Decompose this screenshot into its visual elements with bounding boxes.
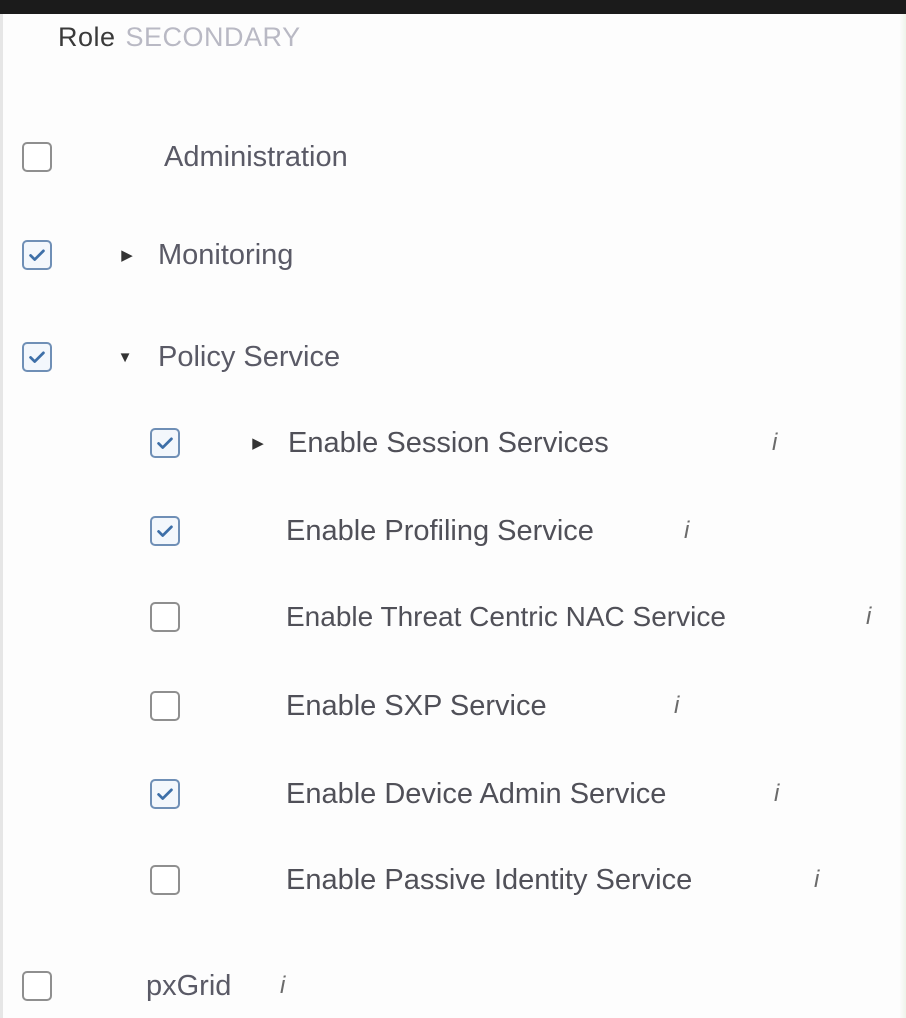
sxp-service-checkbox[interactable] (150, 691, 180, 721)
info-icon[interactable]: i (674, 684, 679, 728)
session-services-checkbox[interactable] (150, 428, 180, 458)
threat-centric-service-checkbox[interactable] (150, 602, 180, 632)
role-row-pxgrid: pxGrid i (22, 964, 622, 1008)
heading-suffix: SECONDARY (125, 22, 301, 52)
check-icon (157, 437, 173, 449)
check-icon (157, 788, 173, 800)
role-row-monitoring: ▶ Monitoring (22, 233, 622, 277)
service-row-sxp: Enable SXP Service i (150, 684, 850, 728)
info-icon[interactable]: i (684, 509, 689, 553)
info-icon[interactable]: i (866, 595, 871, 639)
heading-title: Role (58, 22, 116, 52)
caret-right-icon[interactable]: ▶ (248, 421, 268, 465)
role-label-administration: Administration (164, 141, 348, 173)
service-label-device-admin: Enable Device Admin Service (286, 778, 667, 810)
profiling-service-checkbox[interactable] (150, 516, 180, 546)
info-icon[interactable]: i (280, 964, 285, 1008)
caret-down-icon[interactable]: ▼ (115, 335, 135, 379)
role-label-monitoring: Monitoring (158, 239, 294, 271)
info-icon[interactable]: i (774, 772, 779, 816)
service-label-profiling: Enable Profiling Service (286, 515, 594, 547)
service-label-passive-identity: Enable Passive Identity Service (286, 864, 693, 896)
monitoring-checkbox[interactable] (22, 240, 52, 270)
service-row-device-admin: Enable Device Admin Service i (150, 772, 850, 816)
service-row-profiling: Enable Profiling Service i (150, 509, 850, 553)
role-row-policy-service: ▼ Policy Service (22, 335, 622, 379)
panel-right-edge (900, 14, 906, 1018)
role-label-pxgrid: pxGrid (146, 970, 232, 1002)
administration-checkbox[interactable] (22, 142, 52, 172)
info-icon[interactable]: i (772, 421, 777, 465)
passive-identity-service-checkbox[interactable] (150, 865, 180, 895)
service-row-session: ▶ Enable Session Services i (150, 421, 850, 465)
check-icon (157, 525, 173, 537)
service-row-passive-identity: Enable Passive Identity Service i (150, 858, 870, 902)
check-icon (29, 351, 45, 363)
service-row-threat-centric: Enable Threat Centric NAC Service i (150, 595, 900, 639)
check-icon (29, 249, 45, 261)
caret-right-icon[interactable]: ▶ (117, 233, 137, 277)
role-label-policy-service: Policy Service (158, 341, 341, 373)
info-icon[interactable]: i (814, 858, 819, 902)
pxgrid-checkbox[interactable] (22, 971, 52, 1001)
policy-service-checkbox[interactable] (22, 342, 52, 372)
window-top-bar (0, 0, 906, 14)
section-heading: Role SECONDARY (58, 22, 301, 53)
service-label-threat-centric: Enable Threat Centric NAC Service (286, 601, 726, 632)
device-admin-service-checkbox[interactable] (150, 779, 180, 809)
role-row-administration: Administration (22, 135, 622, 179)
service-label-sxp: Enable SXP Service (286, 690, 547, 722)
service-label-session: Enable Session Services (288, 427, 609, 459)
